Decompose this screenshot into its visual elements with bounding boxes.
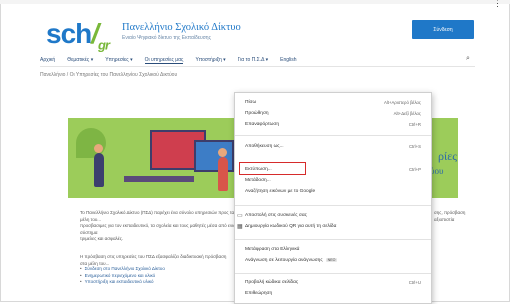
person-head-illustration: [94, 144, 103, 153]
nav-item-topics[interactable]: Θεματικές ▾: [67, 57, 93, 64]
new-badge: ΝΕΟ: [325, 258, 338, 262]
menu-item-shortcut: Ctrl+P: [408, 167, 421, 172]
person-illustration: [218, 157, 228, 191]
desk-illustration: [124, 176, 194, 182]
paragraph-line: τριμελες και ασφαλές.: [80, 236, 124, 241]
menu-item-save-as[interactable]: Αποθήκευση ως... Ctrl+S: [235, 143, 431, 152]
menu-item-translate[interactable]: Μετάφραση στα Ελληνικά: [235, 246, 431, 255]
menu-item-label: Επιθεώρηση: [245, 291, 273, 296]
more-options-icon[interactable]: ⋮: [493, 0, 502, 9]
nav-item-english[interactable]: English: [280, 57, 296, 64]
menu-item-shortcut: Alt+Δεξί βέλος: [393, 111, 421, 116]
menu-item-shortcut: Ctrl+S: [408, 144, 421, 149]
site-subtitle: Ενιαίο Ψηφιακό δίκτυο της Εκπαίδευσης: [122, 35, 211, 41]
menu-item-label: Αποθήκευση ως...: [245, 144, 284, 149]
login-button[interactable]: Σύνδεση: [412, 20, 474, 39]
context-menu: Πίσω Alt+Αριστερό βέλος Προώθηση Alt+Δεξ…: [234, 92, 432, 304]
menu-item-label: Πίσω: [245, 100, 257, 105]
intro-paragraph-right: σης, πρόσβαση αξιοπιστία: [434, 210, 494, 223]
browser-toolbar: ⋮: [0, 0, 510, 8]
search-icon[interactable]: ⌕: [466, 55, 470, 63]
nav-item-home[interactable]: Αρχική: [40, 57, 55, 64]
menu-separator: [235, 135, 431, 136]
person-illustration: [94, 153, 104, 187]
menu-item-search-images[interactable]: Αναζήτηση εικόνων με το Google: [235, 188, 431, 197]
screen-illustration: [194, 140, 234, 172]
devices-icon: ▭: [237, 213, 243, 219]
menu-item-reload[interactable]: Επαναφόρτωση Ctrl+R: [235, 121, 431, 130]
nav-item-support[interactable]: Υποστήριξη ▾: [195, 57, 225, 64]
menu-item-forward[interactable]: Προώθηση Alt+Δεξί βέλος: [235, 110, 431, 119]
menu-item-shortcut: Ctrl+R: [408, 122, 421, 127]
menu-item-label: Επαναφόρτωση: [245, 122, 280, 127]
menu-item-reading-mode[interactable]: Ανάγνωση σε λειτουργία ανάγνωσης ΝΕΟ: [235, 257, 431, 266]
site-title: Πανελλήνιο Σχολικό Δίκτυο: [122, 22, 241, 33]
nav-divider: [40, 66, 475, 67]
logo-gr-text: gr: [98, 37, 110, 53]
menu-item-shortcut: Alt+Αριστερό βέλος: [383, 100, 421, 105]
nav-item-about[interactable]: Για το Π.Σ.Δ ▾: [238, 57, 268, 64]
list-item[interactable]: Σύνδεση στο Πανελλήνιο Σχολικό Δίκτυο: [80, 266, 165, 273]
nav-item-our-services[interactable]: Οι υπηρεσίες μας: [144, 57, 184, 64]
paragraph-line: αξιοπιστία: [434, 216, 455, 222]
menu-item-qr-code[interactable]: ▦ Δημιουργία κωδικού QR για αυτή τη σελί…: [235, 223, 431, 232]
menu-item-label: Ανάγνωση σε λειτουργία ανάγνωσης ΝΕΟ: [245, 258, 338, 263]
main-nav: Αρχική Θεματικές ▾ Υπηρεσίες ▾ Οι υπηρεσ…: [40, 57, 297, 64]
reading-mode-text: Ανάγνωση σε λειτουργία ανάγνωσης: [245, 258, 323, 263]
menu-item-back[interactable]: Πίσω Alt+Αριστερό βέλος: [235, 99, 431, 108]
list-item[interactable]: Υποστήριξη και εκπαιδευτικό υλικό: [80, 279, 165, 286]
menu-item-cast[interactable]: Μετάδοση...: [235, 177, 431, 186]
menu-item-label: Αποστολή στις συσκευές σας: [245, 213, 307, 218]
menu-item-label: Μετάδοση...: [245, 178, 271, 183]
menu-item-inspect[interactable]: Επιθεώρηση: [235, 290, 431, 299]
logo-slash: /: [91, 18, 99, 49]
hero-subheading-fragment: ύου: [430, 166, 444, 176]
menu-item-shortcut: Ctrl+U: [408, 280, 421, 285]
menu-separator: [235, 273, 431, 274]
sch-logo[interactable]: sch/gr: [46, 18, 110, 53]
nav-item-services[interactable]: Υπηρεσίες ▾: [105, 57, 132, 64]
menu-item-label: Προώθηση: [245, 111, 269, 116]
menu-item-send-to-devices[interactable]: ▭ Αποστολή στις συσκευές σας: [235, 212, 431, 221]
print-highlight-box: [239, 162, 306, 175]
menu-separator: [235, 205, 431, 206]
breadcrumb: Πανελλήνιο / Οι Υπηρεσίες του Πανελληνίο…: [40, 72, 178, 78]
menu-item-label: Προβολή κώδικα σελίδας: [245, 280, 299, 285]
menu-separator: [235, 239, 431, 240]
paragraph-line: προσβασιμες για τον εκπαιδευτικό, τα σχο…: [80, 223, 240, 235]
logo-main-text: sch: [46, 18, 92, 49]
menu-item-label: Μετάφραση στα Ελληνικά: [245, 247, 300, 252]
qr-code-icon: ▦: [237, 224, 243, 230]
menu-item-view-source[interactable]: Προβολή κώδικα σελίδας Ctrl+U: [235, 279, 431, 288]
hero-heading-fragment: ρίες: [438, 149, 458, 163]
services-list: Σύνδεση στο Πανελλήνιο Σχολικό Δίκτυο Εν…: [80, 266, 165, 286]
person-head-illustration: [218, 148, 227, 157]
menu-item-label: Αναζήτηση εικόνων με το Google: [245, 189, 316, 194]
paragraph-line: Το Πανελλήνιο Σχολικό Δίκτυο (ΠΣΔ) παρέχ…: [80, 210, 235, 222]
intro-paragraph: Το Πανελλήνιο Σχολικό Δίκτυο (ΠΣΔ) παρέχ…: [80, 210, 240, 243]
menu-item-label: Δημιουργία κωδικού QR για αυτή τη σελίδα: [245, 224, 337, 229]
